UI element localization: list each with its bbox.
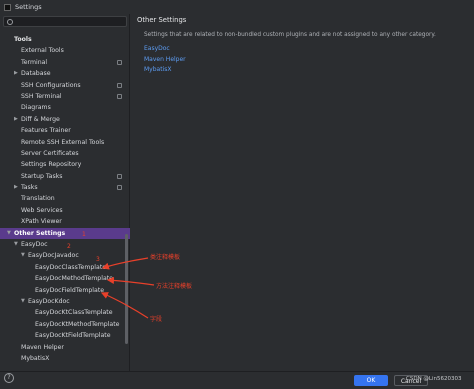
tree-item-database[interactable]: ▶ Database	[0, 68, 130, 79]
page-title: Other Settings	[137, 16, 187, 24]
chevron-down-icon[interactable]: ▼	[7, 228, 11, 239]
tree-item-tasks[interactable]: ▶ Tasks	[0, 182, 130, 193]
tree-item-label: Terminal	[21, 58, 48, 66]
tree-item-label: SSH Configurations	[21, 81, 81, 89]
tree-item-label: EasyDocKdoc	[28, 297, 70, 305]
tree-item-easydocktmethodtemplate[interactable]: EasyDocKtMethodTemplate	[0, 319, 130, 330]
project-scope-icon	[117, 173, 122, 179]
window-title: Settings	[15, 3, 42, 11]
chevron-down-icon[interactable]: ▼	[21, 296, 25, 307]
dialog-footer: OK Cancel	[0, 371, 474, 389]
tree-item-remote-ssh-external-tools[interactable]: Remote SSH External Tools	[0, 137, 130, 148]
tree-item-other-settings[interactable]: ▼ Other Settings	[0, 227, 130, 240]
tree-item-label: Server Certificates	[21, 149, 79, 157]
tree-item-web-services[interactable]: Web Services	[0, 205, 130, 216]
project-scope-icon	[117, 93, 122, 99]
settings-sidebar: Tools External Tools Terminal ▶ Database SSH …	[0, 14, 130, 389]
tree-item-easydocmethodtemplate[interactable]: EasyDocMethodTemplate	[0, 273, 130, 284]
ok-button[interactable]: OK	[354, 375, 388, 386]
chevron-right-icon[interactable]: ▶	[14, 68, 18, 79]
tree-item-label: Web Services	[21, 206, 63, 214]
tree-item-ssh-terminal[interactable]: SSH Terminal	[0, 91, 130, 102]
tree-item-label: Other Settings	[14, 229, 66, 237]
tree-item-label: EasyDocJavadoc	[28, 252, 79, 260]
tree-item-label: EasyDocKtMethodTemplate	[35, 320, 120, 328]
tree-item-easydocclasstemplate[interactable]: EasyDocClassTemplate	[0, 262, 130, 273]
tree-item-label: Diff & Merge	[21, 115, 60, 123]
watermark: CSDN @Lin5620303	[406, 376, 462, 382]
settings-content: Other Settings Settings that are related…	[130, 14, 474, 371]
chevron-right-icon[interactable]: ▶	[14, 114, 18, 125]
tree-item-label: Tools	[14, 36, 32, 43]
tree-item-label: Settings Repository	[21, 161, 82, 169]
tree-item-easydocjavadoc[interactable]: ▼ EasyDocJavadoc	[0, 250, 130, 261]
tree-item-label: EasyDoc	[21, 241, 48, 249]
tree-item-server-certificates[interactable]: Server Certificates	[0, 148, 130, 159]
tree-item-label: MybatisX	[21, 354, 50, 362]
tree-item-easydocktclasstemplate[interactable]: EasyDocKtClassTemplate	[0, 307, 130, 318]
tree-item-label: Database	[21, 70, 51, 78]
app-icon	[4, 3, 11, 11]
scrollbar-thumb[interactable]	[125, 234, 128, 344]
search-icon	[7, 18, 13, 25]
tree-item-terminal[interactable]: Terminal	[0, 57, 130, 68]
tree-item-label: EasyDocMethodTemplate	[35, 275, 113, 283]
project-scope-icon	[117, 59, 122, 65]
tree-item-label: Diagrams	[21, 104, 51, 112]
tree-item-startup-tasks[interactable]: Startup Tasks	[0, 171, 130, 182]
tree-item-label: Startup Tasks	[21, 172, 63, 180]
search-box[interactable]	[3, 16, 127, 27]
link-maven-helper[interactable]: Maven Helper	[144, 55, 186, 66]
tree-item-diagrams[interactable]: Diagrams	[0, 102, 130, 113]
tree-item-diff-merge[interactable]: ▶ Diff & Merge	[0, 114, 130, 125]
tree-item-external-tools[interactable]: External Tools	[0, 45, 130, 56]
search-input[interactable]	[16, 18, 126, 25]
tree-item-translation[interactable]: Translation	[0, 193, 130, 204]
tree-item-label: EasyDocFieldTemplate	[35, 286, 105, 294]
tree-item-label: Translation	[21, 195, 55, 203]
annotation-field: 字段	[150, 316, 163, 323]
tree-item-easydocfieldtemplate[interactable]: EasyDocFieldTemplate	[0, 285, 130, 296]
tree-item-label: Tasks	[21, 184, 38, 192]
tree-item-settings-repository[interactable]: Settings Repository	[0, 159, 130, 170]
tree-item-label: EasyDocKtFieldTemplate	[35, 332, 111, 340]
help-icon[interactable]: ?	[4, 373, 14, 383]
link-easydoc[interactable]: EasyDoc	[144, 44, 186, 55]
chevron-right-icon[interactable]: ▶	[14, 182, 18, 193]
tree-item-xpath-viewer[interactable]: XPath Viewer	[0, 216, 130, 227]
tree-item-label: Features Trainer	[21, 127, 71, 135]
annotation-number-1: 1	[82, 231, 86, 238]
tree-item-label: EasyDocKtClassTemplate	[35, 309, 113, 317]
chevron-down-icon[interactable]: ▼	[21, 250, 25, 261]
chevron-down-icon[interactable]: ▼	[14, 239, 18, 250]
tree-item-features-trainer[interactable]: Features Trainer	[0, 125, 130, 136]
tree-item-maven-helper[interactable]: Maven Helper	[0, 342, 130, 353]
tree-item-label: XPath Viewer	[21, 218, 62, 226]
project-scope-icon	[117, 82, 122, 88]
plugin-links: EasyDoc Maven Helper MybatisX	[144, 44, 186, 76]
annotation-class-template: 类注释模板	[150, 254, 181, 261]
tree-item-easydoc[interactable]: ▼ EasyDoc	[0, 239, 130, 250]
project-scope-icon	[117, 185, 122, 191]
tree-item-easydockdoc[interactable]: ▼ EasyDocKdoc	[0, 296, 130, 307]
page-description: Settings that are related to non-bundled…	[144, 32, 436, 38]
tree-item-label: Remote SSH External Tools	[21, 138, 105, 146]
sidebar-scrollbar[interactable]	[125, 234, 129, 344]
tree-item-label: EasyDocClassTemplate	[35, 263, 107, 271]
tree-item-label: Maven Helper	[21, 343, 64, 351]
tree-item-label: SSH Terminal	[21, 92, 62, 100]
tree-item-ssh-configurations[interactable]: SSH Configurations	[0, 80, 130, 91]
tree-item-easydocktfieldtemplate[interactable]: EasyDocKtFieldTemplate	[0, 330, 130, 341]
title-bar: Settings	[0, 0, 474, 14]
tree-item-tools[interactable]: Tools	[0, 34, 130, 45]
link-mybatisx[interactable]: MybatisX	[144, 65, 186, 76]
settings-tree: Tools External Tools Terminal ▶ Database SSH …	[0, 34, 130, 364]
annotation-number-3: 3	[96, 256, 100, 263]
annotation-method-template: 方法注释模板	[156, 283, 193, 290]
annotation-number-2: 2	[67, 243, 71, 250]
tree-item-mybatisx[interactable]: MybatisX	[0, 353, 130, 364]
tree-item-label: External Tools	[21, 47, 64, 55]
